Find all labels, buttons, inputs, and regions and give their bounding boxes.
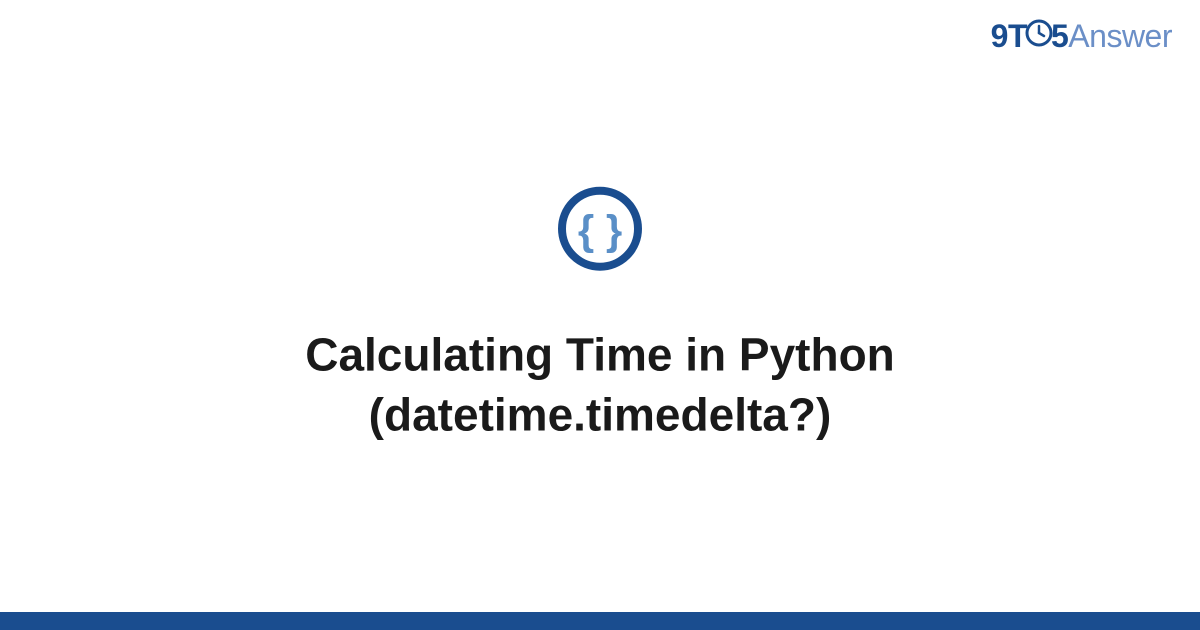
logo-text-5: 5 — [1051, 18, 1068, 54]
svg-text:{ }: { } — [578, 207, 622, 254]
page-title: Calculating Time in Python (datetime.tim… — [150, 326, 1050, 446]
main-content: { } Calculating Time in Python (datetime… — [0, 185, 1200, 446]
logo-text-answer: Answer — [1068, 18, 1172, 54]
clock-icon — [1025, 18, 1053, 55]
logo-text-9t: 9T — [991, 18, 1027, 54]
site-logo: 9T 5Answer — [991, 18, 1172, 57]
code-braces-icon: { } — [556, 185, 644, 278]
footer-bar — [0, 612, 1200, 630]
